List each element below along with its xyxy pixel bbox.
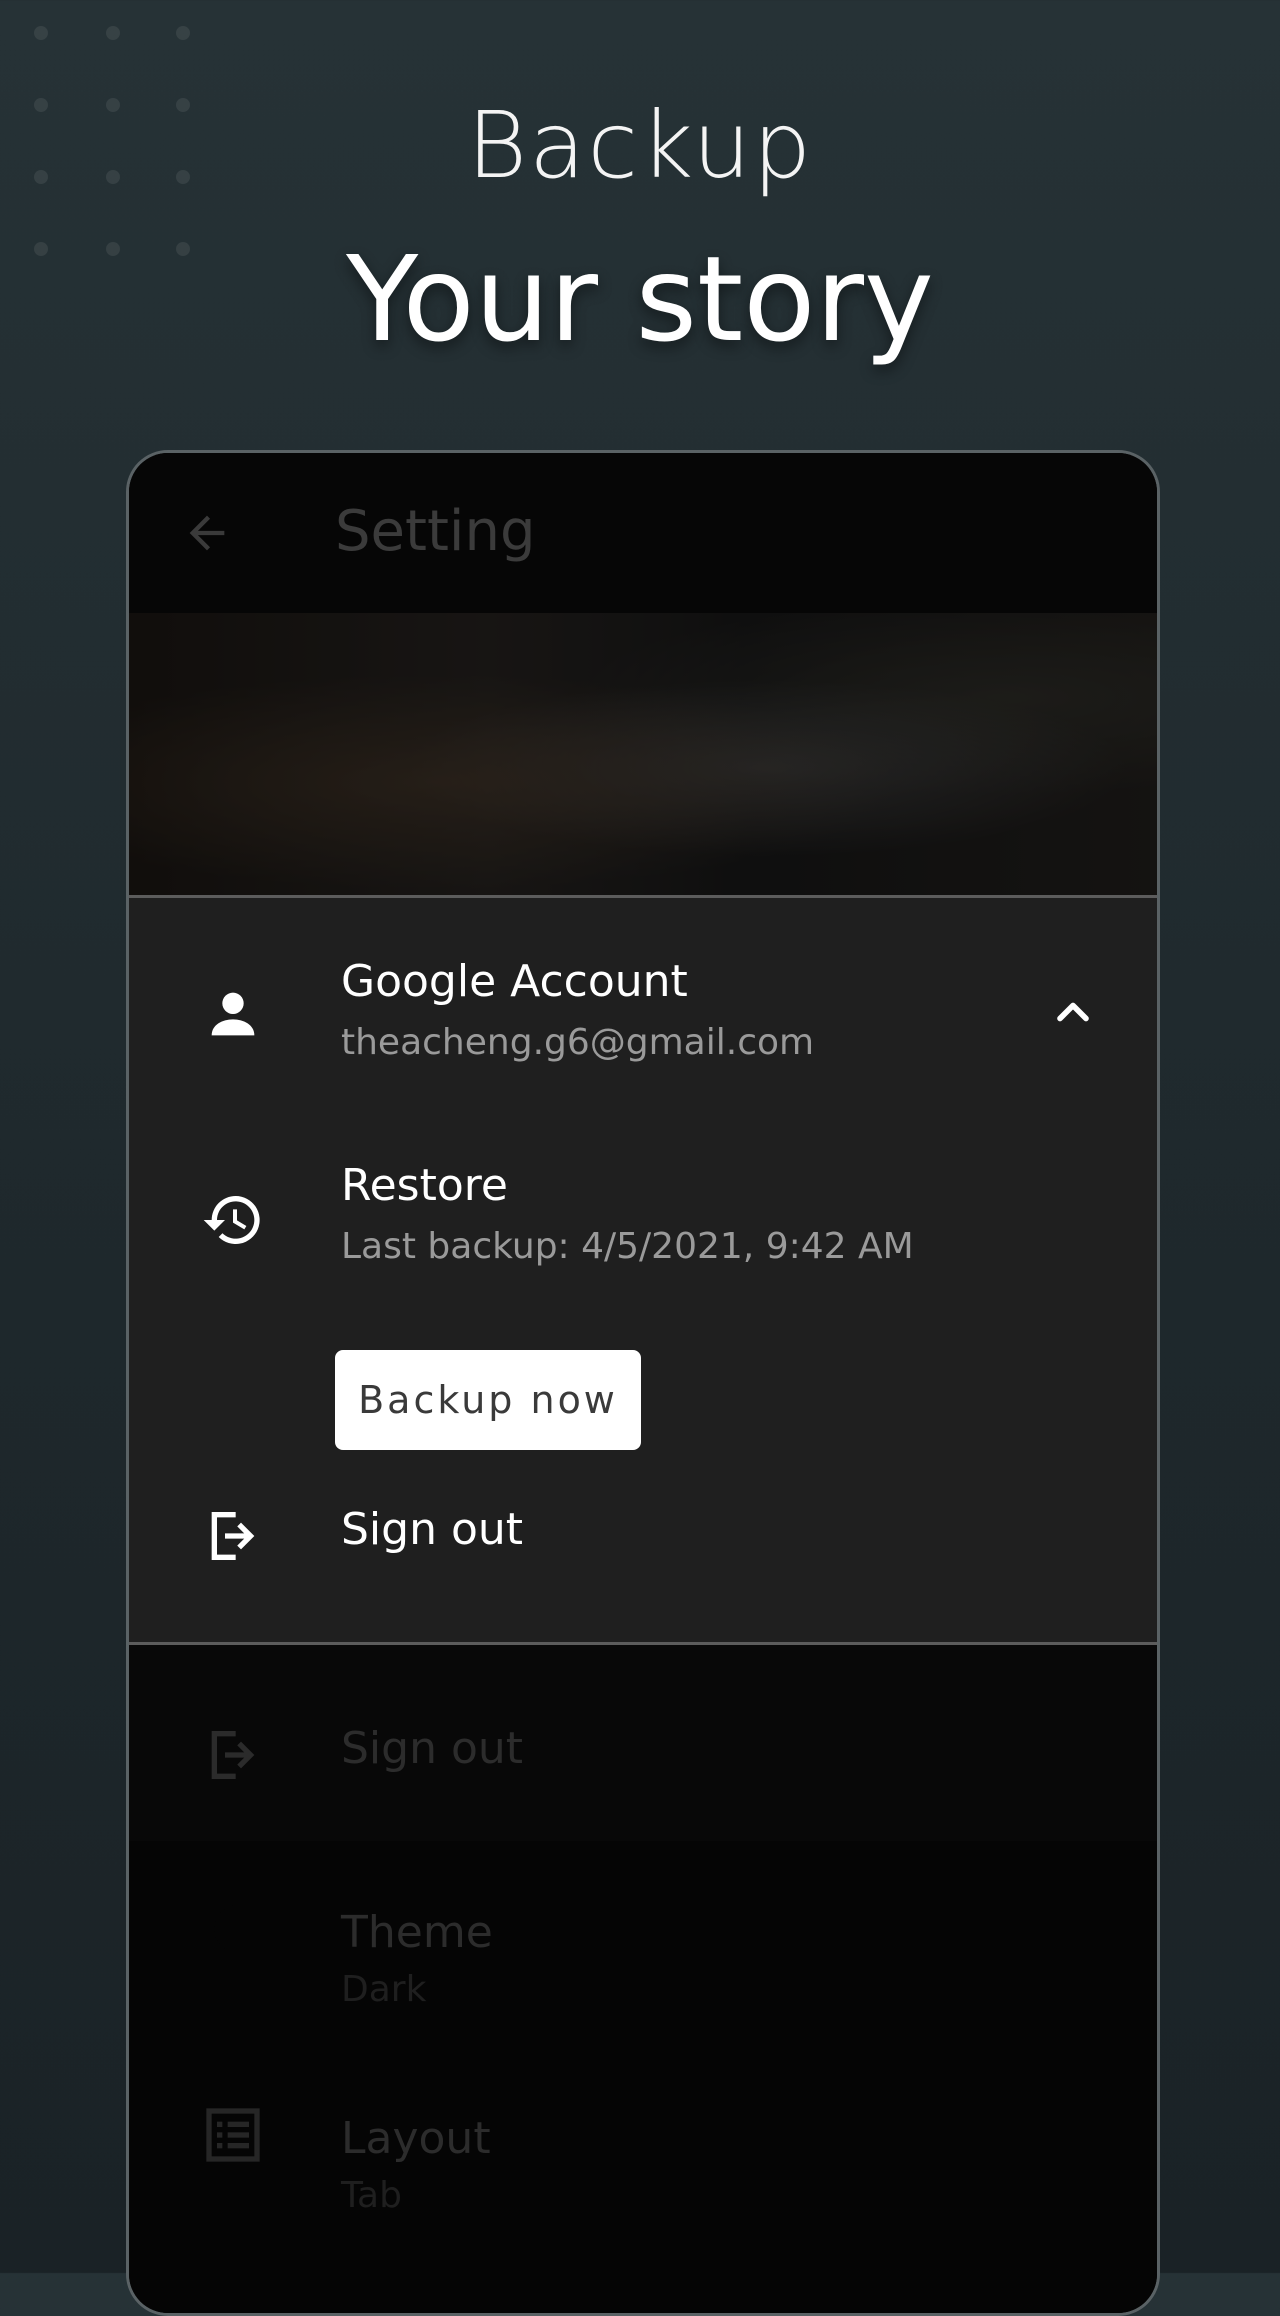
hero-subtitle: Backup (466, 92, 814, 199)
hero-title: Your story (346, 230, 934, 368)
moon-icon (214, 1905, 239, 1953)
account-email: theacheng.g6@gmail.com (341, 1022, 815, 1063)
phone-frame: Setting Sign out Theme Dark Layout Tab G… (126, 450, 1160, 2316)
page-title: Setting (335, 499, 536, 564)
theme-label: Theme (341, 1907, 493, 1958)
dimmed-settings-list (129, 1841, 1157, 2313)
restore-title[interactable]: Restore (341, 1160, 508, 1211)
arrow-left-icon[interactable] (181, 507, 233, 559)
last-backup-text: Last backup: 4/5/2021, 9:42 AM (341, 1226, 914, 1267)
list-layout-icon (206, 2108, 260, 2162)
history-icon[interactable] (201, 1188, 265, 1252)
google-account-title[interactable]: Google Account (341, 956, 688, 1007)
layout-value: Tab (341, 2175, 402, 2216)
layout-label: Layout (341, 2113, 491, 2164)
backup-now-button[interactable]: Backup now (335, 1350, 641, 1450)
app-bar: Setting (129, 453, 1157, 613)
theme-value: Dark (341, 1969, 427, 2010)
account-sheet: Google Account theacheng.g6@gmail.com Re… (129, 895, 1157, 1645)
logout-icon[interactable] (201, 1504, 265, 1568)
dimmed-list-row (129, 1645, 1157, 1841)
dimmed-sign-out-label: Sign out (341, 1723, 524, 1774)
sign-out-label[interactable]: Sign out (341, 1504, 523, 1555)
header-banner-image (129, 613, 1157, 895)
chevron-up-icon[interactable] (1047, 986, 1099, 1038)
person-icon (211, 992, 255, 1036)
logout-icon (211, 1731, 255, 1779)
